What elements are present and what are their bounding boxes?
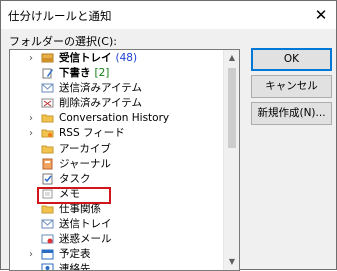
expand-chevron-icon[interactable]: › — [26, 111, 36, 126]
folder-label: 受信トレイ (48) — [59, 52, 137, 65]
folder-select-label: フォルダーの選択(C): — [9, 35, 117, 48]
folder-name: 送信済みアイテム — [59, 82, 142, 95]
drafts-icon — [41, 67, 54, 79]
expand-chevron-icon[interactable]: › — [26, 126, 36, 141]
folder-icon — [41, 203, 54, 215]
folder-tree-item[interactable]: アーカイブ — [10, 142, 224, 157]
unread-count: [2] — [94, 67, 110, 80]
folder-tree-item[interactable]: 削除済みアイテム — [10, 96, 224, 111]
folder-tree-item[interactable]: › Conversation History — [10, 111, 224, 126]
folder-name: RSS フィード — [59, 127, 125, 140]
folder-label: Conversation History — [59, 112, 169, 125]
folder-tree-item[interactable]: 仕事関係 — [10, 202, 224, 217]
folder-list: › 受信トレイ (48) 下書き [2] 送信済みアイテム 削除済みアイテム › Convers… — [10, 51, 224, 270]
folder-label: タスク — [59, 173, 91, 186]
folder-name: 予定表 — [59, 248, 91, 261]
folder-tree-item[interactable]: › 予定表 — [10, 247, 224, 262]
folder-tree-item[interactable]: 下書き [2] — [10, 66, 224, 81]
junk-mail-icon — [41, 233, 54, 245]
folder-tree[interactable]: › 受信トレイ (48) 下書き [2] 送信済みアイテム 削除済みアイテム › Convers… — [9, 49, 240, 271]
folder-name: 削除済みアイテム — [59, 97, 142, 110]
folder-label: 下書き [2] — [59, 67, 109, 80]
deleted-items-icon — [41, 97, 54, 109]
folder-name: 送信トレイ — [59, 218, 112, 231]
folder-name: ジャーナル — [59, 157, 111, 170]
folder-tree-item[interactable]: メモ — [10, 187, 224, 202]
expand-chevron-icon[interactable]: › — [26, 51, 36, 66]
close-icon[interactable]: ✕ — [310, 4, 332, 26]
cancel-button[interactable]: キャンセル — [251, 75, 332, 98]
folder-label: RSS フィード — [59, 127, 125, 140]
folder-label: ジャーナル — [59, 158, 111, 171]
folder-name: メモ — [59, 187, 80, 200]
folder-label: アーカイブ — [59, 143, 111, 156]
journal-icon — [41, 158, 54, 170]
sent-items-icon — [41, 82, 54, 94]
folder-name: 下書き — [59, 67, 91, 80]
folder-tree-item[interactable]: 送信済みアイテム — [10, 81, 224, 96]
folder-label: 仕事関係 — [59, 203, 101, 216]
folder-name: タスク — [59, 172, 91, 185]
folder-label: 予定表 — [59, 248, 91, 261]
ok-button[interactable]: OK — [251, 48, 332, 71]
folder-name: Conversation History — [59, 112, 170, 125]
folder-icon — [41, 112, 54, 124]
archive-folder-icon — [41, 143, 54, 155]
expand-chevron-icon[interactable]: › — [26, 247, 36, 262]
vertical-scrollbar[interactable]: ▲ ▼ — [223, 50, 239, 270]
folder-tree-item[interactable]: › RSS フィード — [10, 126, 224, 141]
notes-icon — [41, 188, 54, 200]
rss-feed-icon — [41, 127, 54, 139]
folder-label: 送信トレイ — [59, 218, 112, 231]
outbox-icon — [41, 218, 54, 230]
scroll-thumb[interactable] — [228, 68, 236, 148]
folder-name: 受信トレイ — [59, 52, 112, 64]
calendar-icon — [41, 248, 54, 260]
folder-label: 送信済みアイテム — [59, 82, 142, 95]
unread-count: (48) — [115, 52, 138, 64]
folder-tree-item[interactable]: ジャーナル — [10, 157, 224, 172]
dialog-title: 仕分けルールと通知 — [8, 9, 112, 23]
inbox-icon — [41, 52, 54, 64]
rules-dialog: 仕分けルールと通知 ✕ フォルダーの選択(C): › 受信トレイ (48) 下書き [2… — [0, 0, 337, 271]
folder-name: 仕事関係 — [59, 202, 101, 215]
folder-label: 削除済みアイテム — [59, 97, 142, 110]
scroll-down-arrow[interactable]: ▼ — [224, 254, 239, 270]
folder-name: 迷惑メール — [59, 233, 112, 246]
folder-tree-item[interactable]: タスク — [10, 172, 224, 187]
scroll-up-arrow[interactable]: ▲ — [224, 50, 239, 66]
tasks-icon — [41, 173, 54, 185]
folder-label: メモ — [59, 188, 80, 201]
new-folder-button[interactable]: 新規作成(N)... — [251, 102, 332, 125]
folder-label: 迷惑メール — [59, 233, 112, 246]
title-bar: 仕分けルールと通知 ✕ — [1, 1, 336, 29]
folder-name: アーカイブ — [59, 142, 111, 155]
folder-tree-item[interactable]: › 受信トレイ (48) — [10, 51, 224, 66]
folder-tree-item[interactable]: 送信トレイ — [10, 217, 224, 232]
folder-tree-item[interactable]: 迷惑メール — [10, 232, 224, 247]
